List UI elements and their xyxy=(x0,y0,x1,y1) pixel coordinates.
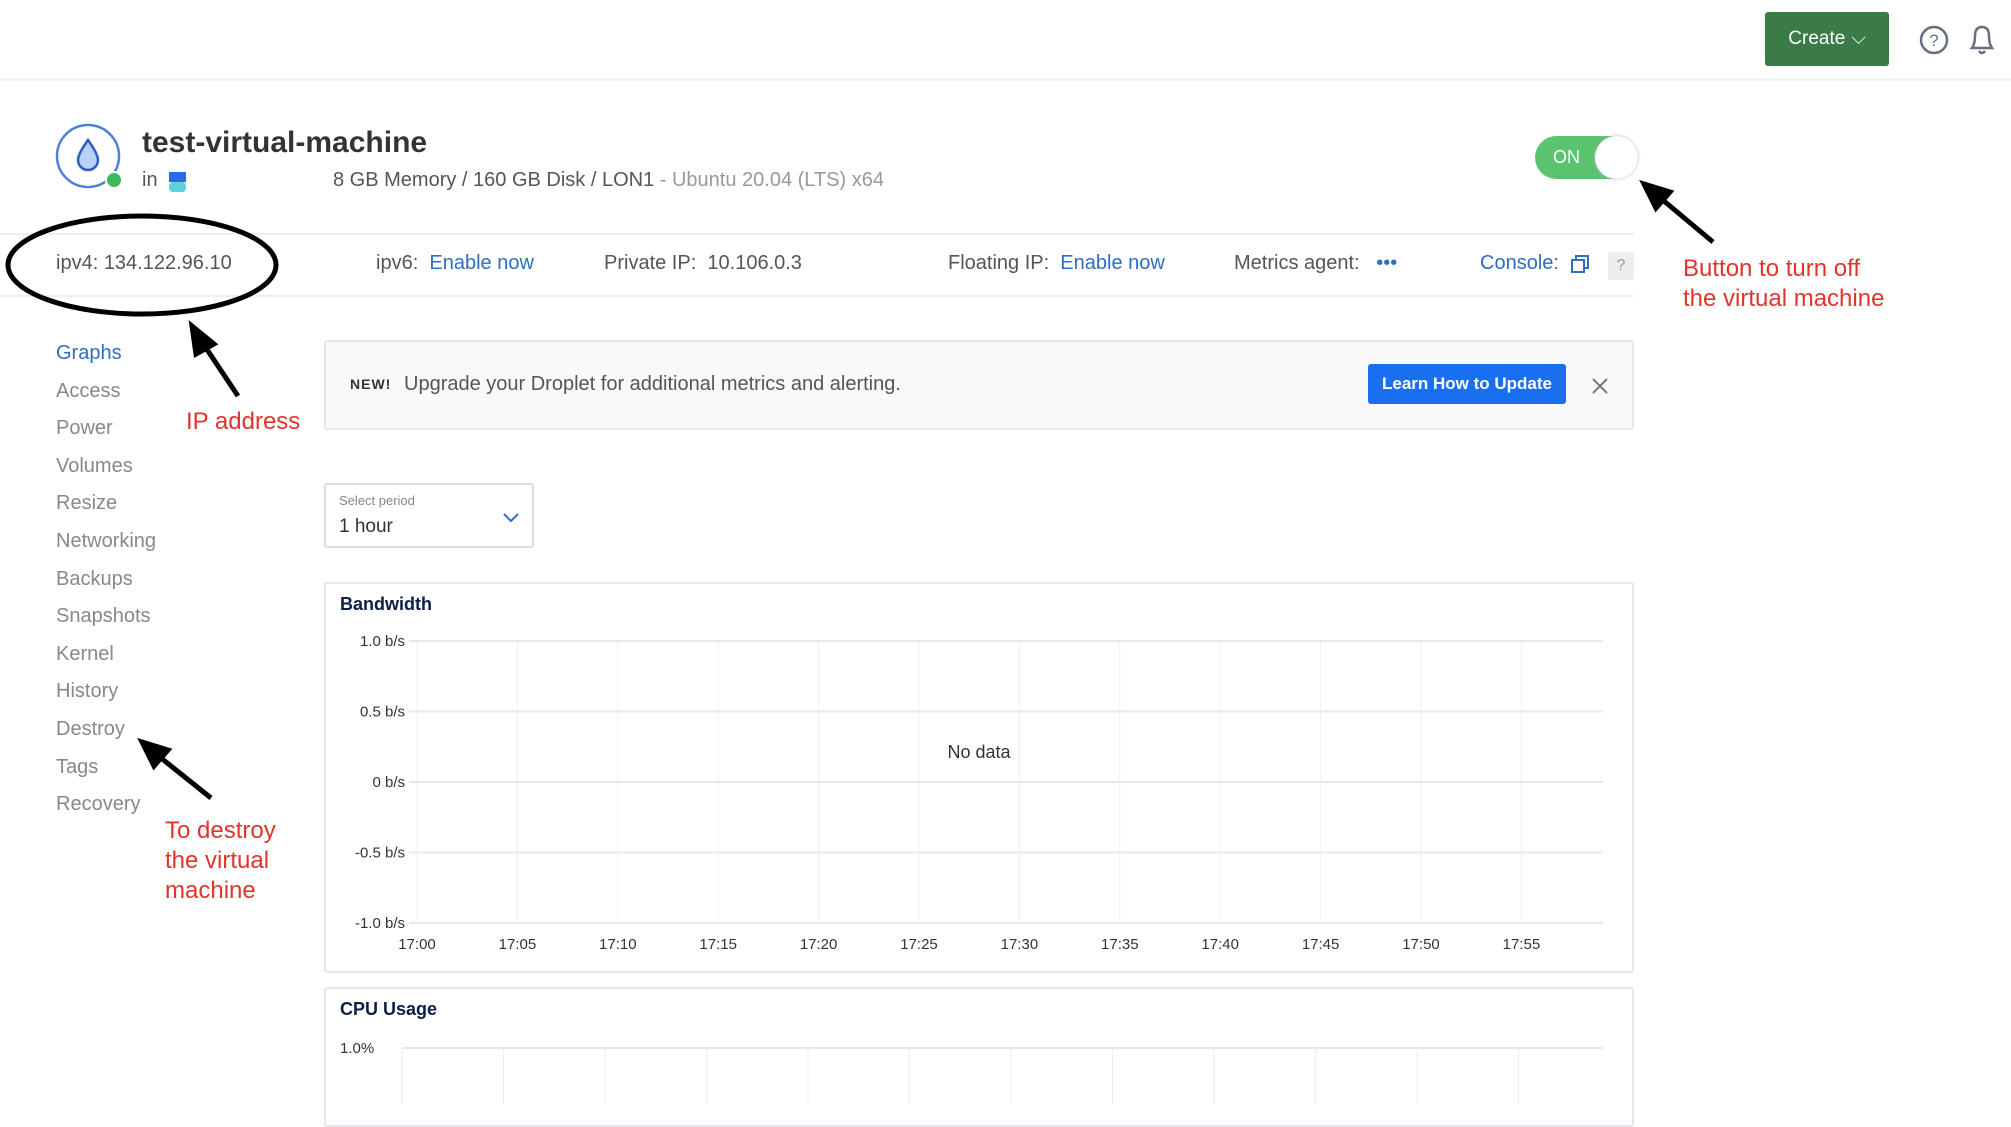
sidebar-item-graphs[interactable]: Graphs xyxy=(56,342,122,365)
annotation-line: the virtual machine xyxy=(1683,285,1885,312)
top-bar xyxy=(0,0,2011,81)
annotation-line: the virtual xyxy=(165,847,270,874)
specs-text: 8 GB Memory / 160 GB Disk / LON1 xyxy=(333,169,655,191)
upgrade-banner: NEW! Upgrade your Droplet for additional… xyxy=(324,340,1634,430)
sidebar-item-power[interactable]: Power xyxy=(56,417,113,440)
cpu-chart: 1.0% xyxy=(340,1040,1603,1104)
divider xyxy=(0,233,1634,235)
help-circle-icon[interactable]: ? xyxy=(1918,24,1950,56)
x-tick-label: 17:35 xyxy=(1101,936,1139,953)
droplet-name: test-virtual-machine xyxy=(142,126,428,159)
ipv4: ipv4: 134.122.96.10 xyxy=(56,252,232,275)
create-label: Create xyxy=(1788,28,1846,49)
sidebar-item-kernel[interactable]: Kernel xyxy=(56,643,114,666)
sidebar-item-volumes[interactable]: Volumes xyxy=(56,455,133,478)
create-button[interactable]: Create ⌵ xyxy=(1765,12,1889,66)
sidebar-item-access[interactable]: Access xyxy=(56,380,120,403)
sidebar-item-tags[interactable]: Tags xyxy=(56,756,98,779)
sidebar-item-recovery[interactable]: Recovery xyxy=(56,793,140,816)
ipv6-label: ipv6: xyxy=(376,252,419,274)
period-value: 1 hour xyxy=(339,516,393,537)
close-icon[interactable] xyxy=(1590,376,1610,396)
x-tick-label: 17:05 xyxy=(499,936,537,953)
toggle-label: ON xyxy=(1553,147,1580,167)
ipv6: ipv6: Enable now xyxy=(376,252,534,275)
y-tick-label: 1.0% xyxy=(340,1040,374,1057)
y-tick-label: 0 b/s xyxy=(372,774,405,791)
y-tick-label: 1.0 b/s xyxy=(360,633,405,650)
annotation-line: Button to turn off xyxy=(1683,255,1861,282)
bandwidth-chart: 1.0 b/s 0.5 b/s 0 b/s -0.5 b/s -1.0 b/s 17:00… xyxy=(355,633,1603,953)
y-tick-label: -0.5 b/s xyxy=(355,845,405,862)
os-text: - Ubuntu 20.04 (LTS) x64 xyxy=(654,169,884,191)
divider xyxy=(0,295,1634,297)
floating-ip-label: Floating IP: xyxy=(948,252,1050,274)
ipv4-label: ipv4: xyxy=(56,252,99,274)
console-link[interactable]: Console: xyxy=(1480,252,1559,275)
chevron-down-icon xyxy=(503,513,519,523)
sidebar-item-destroy[interactable]: Destroy xyxy=(56,718,125,741)
svg-text:?: ? xyxy=(1929,31,1938,50)
x-tick-label: 17:20 xyxy=(800,936,838,953)
console-label[interactable]: Console: xyxy=(1480,252,1559,274)
x-tick-label: 17:45 xyxy=(1302,936,1340,953)
x-tick-label: 17:55 xyxy=(1503,936,1541,953)
banner-text: Upgrade your Droplet for additional metr… xyxy=(404,373,901,395)
private-ip-label: Private IP: xyxy=(604,252,697,274)
floating-ip: Floating IP: Enable now xyxy=(948,252,1165,275)
y-tick-label: 0.5 b/s xyxy=(360,704,405,721)
sidebar-item-snapshots[interactable]: Snapshots xyxy=(56,605,151,628)
ip-annotation: IP address xyxy=(186,408,301,435)
project-label: in xyxy=(142,169,158,191)
private-ip-value: 10.106.0.3 xyxy=(707,252,802,274)
no-data-label: No data xyxy=(947,742,1011,762)
x-tick-label: 17:50 xyxy=(1402,936,1440,953)
power-toggle[interactable]: ON xyxy=(1535,136,1638,179)
sidebar-item-resize[interactable]: Resize xyxy=(56,492,117,515)
sidebar-item-backups[interactable]: Backups xyxy=(56,568,133,591)
bell-icon[interactable] xyxy=(1966,22,1998,58)
private-ip: Private IP: 10.106.0.3 xyxy=(604,252,802,275)
x-tick-label: 17:40 xyxy=(1201,936,1239,953)
project-icon[interactable] xyxy=(168,171,188,193)
chevron-down-icon: ⌵ xyxy=(1851,28,1866,49)
external-window-icon[interactable] xyxy=(1570,254,1590,274)
annotation-line: To destroy xyxy=(165,817,276,844)
learn-how-button[interactable]: Learn How to Update xyxy=(1368,364,1566,404)
sidebar-item-history[interactable]: History xyxy=(56,680,118,703)
x-tick-label: 17:15 xyxy=(699,936,737,953)
y-tick-label: -1.0 b/s xyxy=(355,915,405,932)
new-badge: NEW! xyxy=(350,376,392,392)
metrics-label: Metrics agent: xyxy=(1234,252,1360,274)
ipv4-value[interactable]: 134.122.96.10 xyxy=(104,252,232,274)
droplet-icon xyxy=(55,123,123,189)
droplet-specs: 8 GB Memory / 160 GB Disk / LON1 - Ubunt… xyxy=(333,169,884,192)
sidebar-item-networking[interactable]: Networking xyxy=(56,530,156,553)
toggle-knob xyxy=(1595,136,1638,179)
x-tick-label: 17:30 xyxy=(1001,936,1039,953)
destroy-annotation: To destroy the virtual machine xyxy=(165,816,276,906)
enable-floating-ip-link[interactable]: Enable now xyxy=(1060,252,1165,274)
annotation-line: machine xyxy=(165,877,256,904)
loading-dots-icon: ••• xyxy=(1376,252,1398,274)
period-select[interactable]: Select period 1 hour xyxy=(324,483,534,548)
enable-ipv6-link[interactable]: Enable now xyxy=(429,252,534,274)
metrics-agent: Metrics agent: ••• xyxy=(1234,252,1397,275)
toggle-annotation: Button to turn off the virtual machine xyxy=(1683,254,1884,314)
x-tick-label: 17:25 xyxy=(900,936,938,953)
console-help-button[interactable]: ? xyxy=(1608,252,1634,280)
x-tick-label: 17:10 xyxy=(599,936,637,953)
period-label: Select period xyxy=(339,493,415,508)
x-tick-label: 17:00 xyxy=(398,936,436,953)
